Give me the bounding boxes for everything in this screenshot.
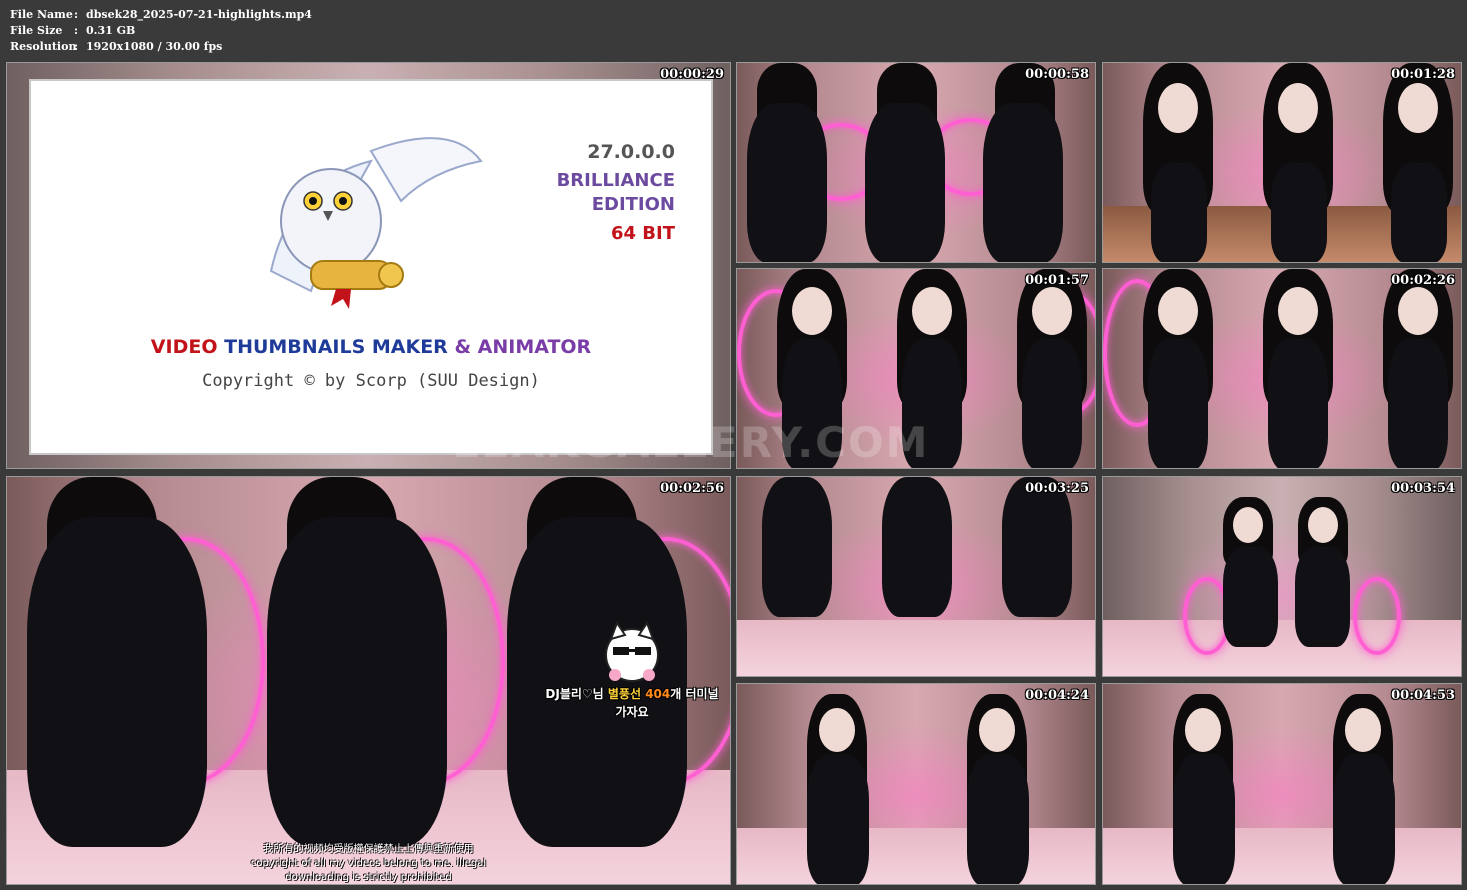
bits-label: 64 BIT [610, 223, 675, 244]
edition-line-2: EDITION [591, 194, 675, 215]
figure-dress [807, 754, 869, 884]
copyright-text: Copyright © by Scorp (SUU Design) [202, 371, 540, 391]
figure-dress [1271, 163, 1327, 262]
chat-count: 404 [645, 687, 671, 701]
timestamp: 00:00:58 [1025, 67, 1089, 82]
timestamp: 00:02:26 [1391, 273, 1455, 288]
resolution-value: 1920x1080 / 30.00 fps [86, 40, 223, 53]
figure-face [1185, 708, 1221, 752]
file-name-value: dbsek28_2025-07-21-highlights.mp4 [86, 8, 312, 21]
thumbnail-2[interactable]: 00:00:58 [736, 62, 1096, 263]
thumbnail-5[interactable]: 00:02:26 [1102, 268, 1462, 469]
file-size-row: File Size : 0.31 GB [10, 23, 312, 39]
splash-screen: 27.0.0.0 BRILLIANCE EDITION 64 BIT VIDEO… [29, 79, 713, 455]
product-name-part-1: VIDEO [150, 336, 218, 358]
floor [1103, 828, 1461, 884]
thumbnail-1[interactable]: 27.0.0.0 BRILLIANCE EDITION 64 BIT VIDEO… [6, 62, 731, 469]
thumbnail-6[interactable]: DJ블리♡님 별풍선 404개 터미널 가자요 我所有的视频均受版權保護禁止上傳… [6, 476, 731, 885]
figure-dress [1173, 754, 1235, 884]
edition-line-1: BRILLIANCE [556, 170, 675, 191]
figure-face [1398, 83, 1438, 133]
figure-face [819, 708, 855, 752]
timestamp: 00:04:53 [1391, 688, 1455, 703]
figure-face [979, 708, 1015, 752]
thumbnail-9[interactable]: 00:04:24 [736, 683, 1096, 885]
timestamp: 00:04:24 [1025, 688, 1089, 703]
file-size-label: File Size [10, 24, 63, 37]
figure-dress [1391, 163, 1447, 262]
figure-dress [967, 754, 1029, 884]
figure-dress [1268, 339, 1328, 468]
subtitle-line-2: copyright of all my videos belong to me.… [250, 858, 487, 869]
figure-dress [1148, 339, 1208, 468]
thumbnail-10[interactable]: 00:04:53 [1102, 683, 1462, 885]
thumbnail-7[interactable]: 00:03:25 [736, 476, 1096, 677]
separator: : [74, 40, 79, 53]
figure-face [792, 287, 832, 335]
product-name: VIDEO THUMBNAILS MAKER & ANIMATOR [31, 336, 711, 358]
timestamp: 00:03:25 [1025, 481, 1089, 496]
floor [737, 620, 1095, 676]
resolution-row: Resolution : 1920x1080 / 30.00 fps [10, 39, 312, 55]
figure-dress [1388, 339, 1448, 468]
thumbnail-3[interactable]: 00:01:28 [1102, 62, 1462, 263]
figure-dress [1002, 477, 1072, 617]
copyright-subtitle: 我所有的视频均受版權保護禁止上傳與重新使用 copyright of all m… [7, 843, 730, 884]
cat-sunglasses-sticker-icon [605, 620, 659, 682]
figure-dress [882, 477, 952, 617]
owl-logo-icon [269, 137, 483, 309]
figure-face [1032, 287, 1072, 335]
subtitle-line-3: downloading is strictly prohibited [285, 872, 452, 883]
figure-dress [1295, 547, 1350, 647]
floor [737, 828, 1095, 884]
file-info-header: File Name : dbsek28_2025-07-21-highlight… [10, 7, 312, 55]
figure-dress [27, 517, 207, 847]
product-name-part-3: & ANIMATOR [454, 336, 592, 358]
chat-item: 별풍선 [607, 687, 646, 701]
figure-dress [267, 517, 447, 847]
chat-donation-message: DJ블리♡님 별풍선 404개 터미널 가자요 [527, 685, 730, 721]
resolution-label: Resolution [10, 40, 77, 53]
figure-face [1158, 83, 1198, 133]
chat-suffix: 개 터미널 [670, 687, 719, 701]
thumbnail-8[interactable]: 00:03:54 [1102, 476, 1462, 677]
figure-face [1345, 708, 1381, 752]
figure-face [1233, 507, 1263, 543]
timestamp: 00:02:56 [660, 481, 724, 496]
chat-username: DJ블리♡님 [545, 687, 608, 701]
separator: : [74, 24, 79, 37]
figure-dress [1022, 339, 1082, 468]
subtitle-line-1: 我所有的视频均受版權保護禁止上傳與重新使用 [263, 844, 474, 855]
figure-dress [747, 103, 827, 262]
figure-dress [1223, 547, 1278, 647]
figure-face [1398, 287, 1438, 335]
figure-face [1308, 507, 1338, 543]
timestamp: 00:01:57 [1025, 273, 1089, 288]
figure-dress [1151, 163, 1207, 262]
figure-face [1278, 287, 1318, 335]
figure-face [1278, 83, 1318, 133]
timestamp: 00:03:54 [1391, 481, 1455, 496]
timestamp: 00:01:28 [1391, 67, 1455, 82]
figure-dress [762, 477, 832, 617]
figure-dress [1333, 754, 1395, 884]
figure-dress [865, 103, 945, 262]
separator: : [74, 8, 79, 21]
file-name-label: File Name [10, 8, 73, 21]
figure-face [1158, 287, 1198, 335]
site-watermark: LEAKGALLERY.COM [452, 418, 930, 467]
figure-face [912, 287, 952, 335]
product-name-part-2: THUMBNAILS MAKER [224, 336, 448, 358]
version-number: 27.0.0.0 [587, 141, 675, 163]
figure-dress [983, 103, 1063, 262]
file-size-value: 0.31 GB [86, 24, 136, 37]
version-block: 27.0.0.0 BRILLIANCE EDITION 64 BIT [557, 141, 675, 244]
file-name-row: File Name : dbsek28_2025-07-21-highlight… [10, 7, 312, 23]
timestamp: 00:00:29 [660, 67, 724, 82]
floor [1103, 620, 1461, 676]
neon-heart-decoration [1353, 577, 1401, 655]
chat-line-2: 가자요 [615, 705, 649, 719]
